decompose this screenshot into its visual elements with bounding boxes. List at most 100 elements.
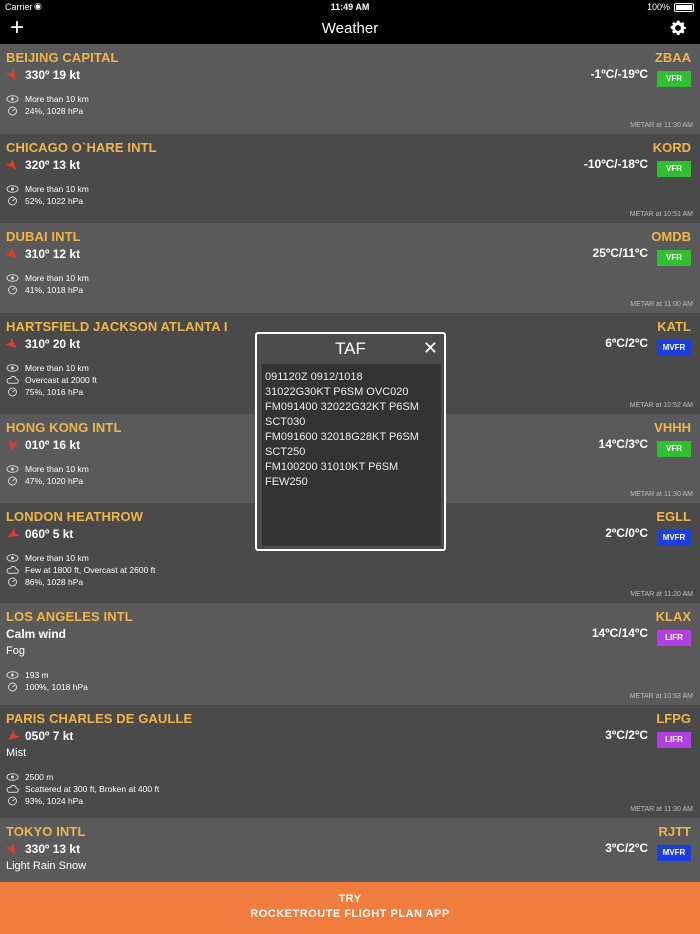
wind-arrow-icon [8, 438, 19, 451]
visibility-row: 2500 m [6, 772, 53, 782]
visibility-row: More than 10 km [6, 273, 89, 283]
cloud-icon [6, 565, 19, 575]
wind-text: 060º 5 kt [25, 527, 74, 541]
weather-condition: Mist [6, 747, 27, 759]
pressure-icon [6, 796, 19, 806]
pressure-icon [6, 387, 19, 397]
visibility-row: More than 10 km [6, 184, 89, 194]
clouds-text: Few at 1800 ft, Overcast at 2600 ft [25, 565, 156, 575]
wind-text: 320º 13 kt [25, 158, 81, 172]
visibility-icon [6, 363, 19, 373]
humidity-pressure-text: 86%, 1028 hPa [25, 577, 84, 587]
flight-category-badge: MVFR [657, 845, 691, 861]
wind-arrow-icon [6, 337, 17, 348]
visibility-row: More than 10 km [6, 464, 89, 474]
cloud-icon [6, 784, 19, 794]
humidity-pressure-row: 86%, 1028 hPa [6, 577, 83, 587]
taf-title: TAF [335, 339, 366, 358]
flight-category-badge: VFR [657, 250, 691, 266]
humidity-pressure-row: 100%, 1018 hPa [6, 682, 88, 692]
metar-timestamp: METAR at 11:30 AM [630, 491, 693, 498]
wind-arrow-icon [6, 247, 17, 258]
visibility-row: More than 10 km [6, 553, 89, 563]
station-row[interactable]: LOS ANGELES INTL KLAX Calm wind 14ºC/14ºC LI… [0, 603, 700, 705]
icao-code: ZBAA [654, 50, 691, 65]
wind-text: 050º 7 kt [25, 729, 74, 743]
visibility-icon [6, 772, 19, 782]
icao-code: RJTT [658, 824, 692, 839]
banner-line-2: ROCKETROUTE FLIGHT PLAN APP [250, 908, 450, 920]
visibility-text: 2500 m [25, 772, 54, 782]
station-row[interactable]: PARIS CHARLES DE GAULLE LFPG 050º 7 kt 3ºC/… [0, 705, 700, 818]
navigation-bar: + Weather [0, 14, 700, 44]
icao-code: KLAX [655, 609, 691, 624]
visibility-icon [6, 273, 19, 283]
humidity-pressure-text: 100%, 1018 hPa [25, 682, 88, 692]
wind-text: 330º 13 kt [25, 842, 81, 856]
visibility-icon [6, 184, 19, 194]
taf-popup: TAF ✕ 091120Z 0912/1018 31022G30KT P6SM … [255, 332, 446, 551]
clouds-row: Few at 1800 ft, Overcast at 2600 ft [6, 565, 155, 575]
humidity-pressure-row: 24%, 1028 hPa [6, 106, 83, 116]
visibility-text: More than 10 km [25, 94, 89, 104]
visibility-row: 193 m [6, 670, 49, 680]
status-bar: Carrier ◉ 11:49 AM 100% [0, 0, 700, 14]
flight-category-badge: VFR [657, 441, 691, 457]
icao-code: EGLL [656, 509, 691, 524]
clouds-text: Scattered at 300 ft, Broken at 400 ft [25, 784, 160, 794]
temperature-dewpoint: 3ºC/2ºC [605, 728, 648, 742]
station-row[interactable]: DUBAI INTL OMDB 310º 12 kt 25ºC/11ºC VFR More… [0, 223, 700, 313]
temperature-dewpoint: 6ºC/2ºC [605, 336, 648, 350]
close-icon[interactable]: ✕ [423, 339, 438, 357]
humidity-pressure-text: 52%, 1022 hPa [25, 196, 84, 206]
visibility-text: More than 10 km [25, 553, 89, 563]
wind-text: 310º 12 kt [25, 247, 81, 261]
taf-text: 091120Z 0912/1018 31022G30KT P6SM OVC020… [262, 364, 441, 546]
airport-name: LOS ANGELES INTL [6, 609, 133, 624]
battery-percent: 100% [646, 2, 670, 12]
settings-gear-icon[interactable] [668, 18, 688, 38]
pressure-icon [6, 577, 19, 587]
pressure-icon [6, 682, 19, 692]
humidity-pressure-text: 24%, 1028 hPa [25, 106, 84, 116]
temperature-dewpoint: 25ºC/11ºC [592, 246, 648, 260]
clouds-row: Overcast at 2000 ft [6, 375, 97, 385]
promo-banner[interactable]: TRY ROCKETROUTE FLIGHT PLAN APP [0, 882, 700, 934]
visibility-icon [6, 94, 19, 104]
humidity-pressure-row: 41%, 1018 hPa [6, 285, 83, 295]
wind-info: 330º 13 kt [6, 842, 80, 856]
pressure-icon [6, 106, 19, 116]
wind-info: 310º 20 kt [6, 337, 80, 351]
metar-timestamp: METAR at 10:53 AM [629, 693, 693, 700]
visibility-icon [6, 553, 19, 563]
metar-timestamp: METAR at 11:20 AM [630, 591, 693, 598]
station-row[interactable]: BEIJING CAPITAL ZBAA 330º 19 kt -1ºC/-19ºC V… [0, 44, 700, 134]
humidity-pressure-row: 52%, 1022 hPa [6, 196, 83, 206]
cloud-icon [6, 375, 19, 385]
wind-text: Calm wind [6, 627, 67, 641]
temperature-dewpoint: 3ºC/2ºC [605, 841, 648, 855]
station-row[interactable]: CHICAGO O`HARE INTL KORD 320º 13 kt -10ºC/-… [0, 134, 700, 223]
icao-code: LFPG [656, 711, 691, 726]
visibility-text: More than 10 km [25, 363, 89, 373]
icao-code: VHHH [654, 420, 691, 435]
wind-text: 330º 19 kt [25, 68, 81, 82]
temperature-dewpoint: 14ºC/14ºC [591, 626, 648, 640]
flight-category-badge: MVFR [657, 530, 691, 546]
wind-info: Calm wind [6, 627, 66, 641]
weather-condition: Light Rain Snow [6, 860, 87, 872]
wind-arrow-icon [6, 68, 16, 80]
weather-condition: Fog [6, 645, 25, 657]
humidity-pressure-text: 47%, 1020 hPa [25, 476, 84, 486]
icao-code: KATL [657, 319, 691, 334]
visibility-text: More than 10 km [25, 273, 89, 283]
metar-timestamp: METAR at 10:52 AM [629, 402, 693, 409]
station-row[interactable]: TOKYO INTL RJTT 330º 13 kt 3ºC/2ºC MVFR Light… [0, 818, 700, 882]
metar-timestamp: METAR at 10:51 AM [629, 211, 693, 218]
flight-category-badge: LIFR [657, 732, 691, 748]
visibility-row: More than 10 km [6, 363, 89, 373]
wind-info: 010º 16 kt [6, 438, 80, 452]
wind-text: 310º 20 kt [25, 337, 81, 351]
airport-name: CHICAGO O`HARE INTL [6, 140, 157, 155]
humidity-pressure-row: 47%, 1020 hPa [6, 476, 83, 486]
